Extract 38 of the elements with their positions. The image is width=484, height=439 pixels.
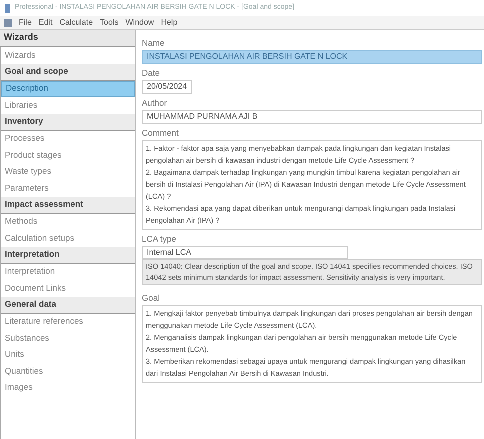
nav-item[interactable]: Methods	[1, 214, 135, 230]
nav-item[interactable]: Document Links	[1, 280, 135, 296]
field-label: Date	[142, 66, 161, 80]
section-header: General data	[1, 296, 135, 314]
nav-item[interactable]: Quantities	[1, 363, 135, 380]
section-header: Goal and scope	[1, 64, 135, 80]
nav-item[interactable]: Processes	[1, 130, 135, 147]
nav-item[interactable]: Substances	[1, 330, 135, 346]
nav-item[interactable]: Units	[1, 346, 135, 363]
input-field[interactable]: MUHAMMAD PURNAMA AJI B	[142, 110, 482, 124]
menu-item[interactable]: Tools	[100, 16, 119, 28]
field-label: Comment	[142, 126, 180, 140]
menu-item[interactable]: Window	[126, 16, 154, 28]
field-label: LCA type	[142, 232, 178, 246]
nav-item[interactable]: Parameters	[1, 180, 135, 196]
input-field[interactable]: INSTALASI PENGOLAHAN AIR BERSIH GATE N LOCK	[142, 50, 482, 64]
nav-item[interactable]: Interpretation	[1, 264, 135, 280]
nav-item[interactable]: Calculation setups	[1, 230, 135, 246]
nav-item[interactable]: Wizards	[1, 47, 135, 64]
nav-item[interactable]: Description	[1, 80, 135, 97]
nav-item[interactable]: Images	[1, 380, 135, 396]
section-header: Impact assessment	[1, 196, 135, 214]
section-header: Inventory	[1, 114, 135, 130]
nav-item[interactable]: Product stages	[1, 147, 135, 164]
panel-title: Wizards	[0, 30, 135, 47]
menu-item[interactable]: File	[19, 16, 32, 28]
input-field[interactable]: 20/05/2024	[142, 80, 192, 94]
menu-item[interactable]: Edit	[38, 16, 53, 28]
nav-item[interactable]: Waste types	[1, 164, 135, 180]
menu-item[interactable]: Calculate	[60, 16, 94, 28]
nav-item[interactable]: Literature references	[1, 314, 135, 330]
menu-item[interactable]: Help	[161, 16, 178, 28]
dropdown[interactable]: Internal LCA	[142, 246, 348, 259]
field-label: Name	[142, 36, 166, 50]
field-label: Goal	[142, 292, 161, 305]
nav-item[interactable]: Libraries	[1, 97, 135, 114]
section-header: Interpretation	[1, 246, 135, 264]
field-label: Author	[142, 96, 168, 110]
